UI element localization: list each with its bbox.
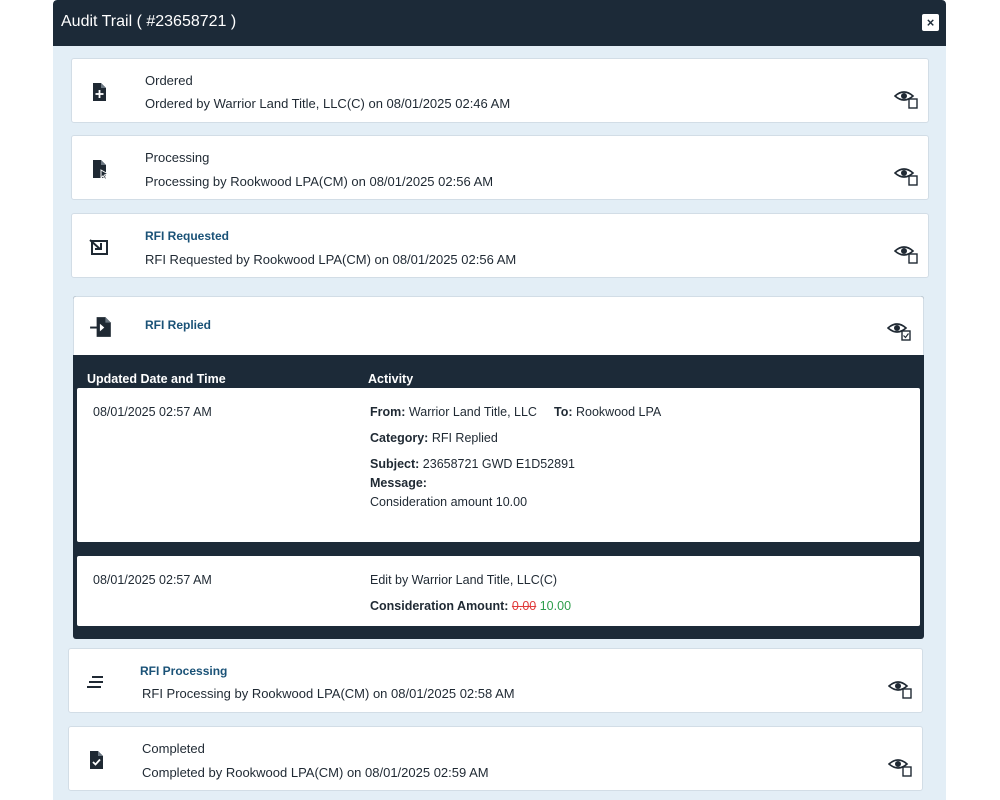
event-description: Ordered by Warrior Land Title, LLC(C) on… bbox=[145, 96, 511, 111]
view-details-icon[interactable] bbox=[887, 319, 913, 341]
modal-header: Audit Trail ( #23658721 ) × bbox=[53, 0, 946, 46]
event-title: RFI Replied bbox=[145, 318, 212, 332]
event-card-completed: Completed Completed by Rookwood LPA(CM) … bbox=[68, 726, 923, 791]
view-details-icon[interactable] bbox=[894, 87, 920, 109]
to-label: To: bbox=[554, 405, 573, 419]
event-description: RFI Requested by Rookwood LPA(CM) on 08/… bbox=[145, 252, 517, 267]
from-label: From: bbox=[370, 405, 406, 419]
event-title: Ordered bbox=[145, 73, 193, 88]
from-line: From: Warrior Land Title, LLC bbox=[370, 405, 537, 419]
row-datetime: 08/01/2025 02:57 AM bbox=[93, 405, 212, 419]
new-amount: 10.00 bbox=[539, 599, 572, 613]
event-card-rfi-requested: RFI Requested RFI Requested by Rookwood … bbox=[71, 213, 929, 278]
from-value: Warrior Land Title, LLC bbox=[408, 405, 537, 419]
file-cursor-icon bbox=[93, 160, 110, 180]
request-icon bbox=[89, 239, 108, 255]
row-datetime: 08/01/2025 02:57 AM bbox=[93, 573, 212, 587]
audit-trail-modal: Audit Trail ( #23658721 ) × Ordered Orde… bbox=[53, 0, 946, 800]
event-card-rfi-replied-expanded: RFI Replied Updated Date and Time Activi… bbox=[73, 296, 924, 639]
event-title: Completed bbox=[142, 741, 205, 756]
subject-line: Subject: 23658721 GWD E1D52891 bbox=[370, 457, 575, 471]
message-value: Consideration amount 10.00 bbox=[370, 495, 528, 509]
activity-row: 08/01/2025 02:57 AM From: Warrior Land T… bbox=[77, 388, 920, 542]
edit-text: Edit by Warrior Land Title, LLC(C) bbox=[370, 573, 558, 587]
event-description: Processing by Rookwood LPA(CM) on 08/01/… bbox=[145, 174, 494, 189]
event-card-ordered: Ordered Ordered by Warrior Land Title, L… bbox=[71, 58, 929, 123]
category-line: Category: RFI Replied bbox=[370, 431, 498, 445]
view-details-icon[interactable] bbox=[894, 164, 920, 186]
event-card-processing: Processing Processing by Rookwood LPA(CM… bbox=[71, 135, 929, 200]
event-description: Completed by Rookwood LPA(CM) on 08/01/2… bbox=[142, 765, 489, 780]
subject-label: Subject: bbox=[370, 457, 420, 471]
event-card-rfi-replied: RFI Replied bbox=[73, 296, 924, 355]
close-button[interactable]: × bbox=[922, 14, 939, 31]
file-import-icon bbox=[90, 317, 111, 337]
to-value: Rookwood LPA bbox=[576, 405, 662, 419]
view-details-icon[interactable] bbox=[888, 677, 914, 699]
subject-value: 23658721 GWD E1D52891 bbox=[422, 457, 575, 471]
activity-row: 08/01/2025 02:57 AM Edit by Warrior Land… bbox=[77, 556, 920, 626]
message-label: Message: bbox=[370, 476, 427, 490]
amount-line: Consideration Amount: 0.00 10.00 bbox=[370, 599, 571, 613]
event-description: RFI Processing by Rookwood LPA(CM) on 08… bbox=[142, 686, 515, 701]
event-title: Processing bbox=[145, 150, 210, 165]
file-check-icon bbox=[90, 751, 103, 769]
event-title: RFI Requested bbox=[145, 229, 230, 243]
column-header-datetime: Updated Date and Time bbox=[87, 372, 226, 386]
file-plus-icon bbox=[93, 83, 106, 101]
view-details-icon[interactable] bbox=[888, 755, 914, 777]
view-details-icon[interactable] bbox=[894, 242, 920, 264]
category-value: RFI Replied bbox=[431, 431, 498, 445]
amount-label: Consideration Amount: bbox=[370, 599, 509, 613]
event-title: RFI Processing bbox=[140, 664, 228, 678]
event-card-rfi-processing: RFI Processing RFI Processing by Rookwoo… bbox=[68, 648, 923, 713]
to-line: To: Rookwood LPA bbox=[554, 405, 661, 419]
modal-title: Audit Trail ( #23658721 ) bbox=[61, 13, 237, 30]
column-header-activity: Activity bbox=[368, 372, 414, 386]
category-label: Category: bbox=[370, 431, 429, 445]
old-amount: 0.00 bbox=[511, 599, 537, 613]
lines-icon bbox=[87, 676, 103, 688]
